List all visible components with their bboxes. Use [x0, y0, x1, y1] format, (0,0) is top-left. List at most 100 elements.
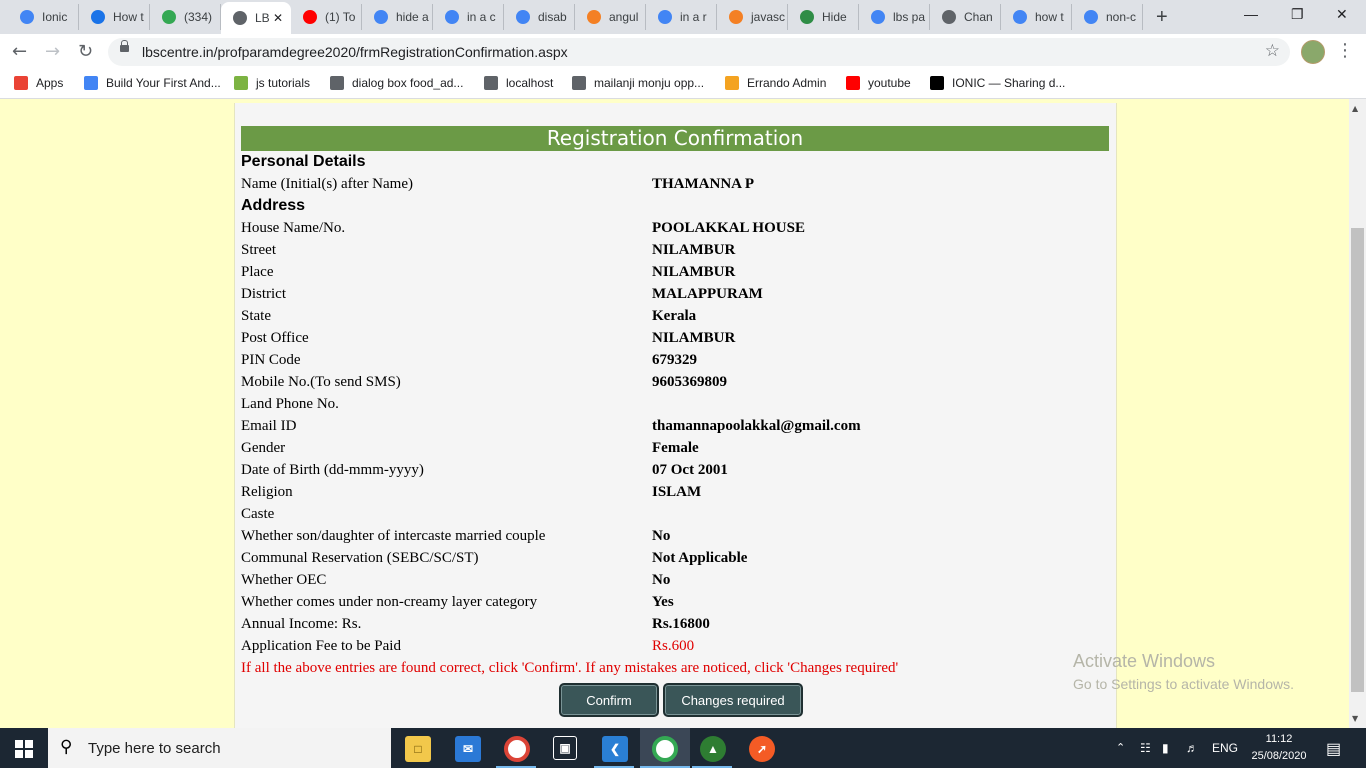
browser-tab-1[interactable]: Ionic — [8, 4, 79, 30]
bookmark-item[interactable]: Errando Admin — [725, 76, 826, 90]
browser-tab-2[interactable]: How t — [79, 4, 150, 30]
field-value: POOLAKKAL HOUSE — [652, 220, 805, 236]
field-value: 07 Oct 2001 — [652, 462, 728, 478]
tab-title: How t — [113, 10, 144, 24]
close-window-button[interactable]: ✕ — [1336, 6, 1348, 23]
postman-icon[interactable]: ➚ — [749, 736, 775, 762]
system-clock[interactable]: 11:12 25/08/2020 — [1244, 731, 1314, 765]
close-tab-icon[interactable]: ✕ — [273, 11, 283, 25]
chrome-icon[interactable] — [504, 736, 530, 762]
confirmation-note: If all the above entries are found corre… — [241, 660, 899, 676]
field-label: Whether comes under non-creamy layer cat… — [241, 594, 538, 610]
browser-tab-3[interactable]: (334) — [150, 4, 221, 30]
taskbar-search[interactable]: ⚲ Type here to search — [48, 728, 391, 768]
browser-tab-9[interactable]: angul — [575, 4, 646, 30]
field-value: 9605369809 — [652, 374, 727, 390]
browser-tab-7[interactable]: in a c — [433, 4, 504, 30]
bookmark-item[interactable]: IONIC — Sharing d... — [930, 76, 1065, 90]
field-label: Name (Initial(s) after Name) — [241, 176, 413, 192]
reload-icon[interactable]: ↻ — [78, 41, 93, 62]
bookmark-item[interactable]: dialog box food_ad... — [330, 76, 463, 90]
language-indicator[interactable]: ENG — [1212, 741, 1238, 755]
tray-chevron-icon[interactable]: ⌃ — [1116, 741, 1125, 754]
field-value: NILAMBUR — [652, 264, 736, 280]
tab-favicon-icon — [374, 10, 388, 24]
forward-icon[interactable]: → — [45, 41, 60, 62]
profile-avatar[interactable] — [1301, 40, 1325, 64]
tab-favicon-icon — [871, 10, 885, 24]
tab-favicon-icon — [233, 11, 247, 25]
menu-icon[interactable]: ⋮ — [1336, 40, 1354, 61]
notifications-icon[interactable]: ▤ — [1326, 739, 1341, 759]
file-explorer-icon[interactable]: □ — [405, 736, 431, 762]
bookmark-item[interactable]: Build Your First And... — [84, 76, 221, 90]
browser-tab-16[interactable]: non-c — [1072, 4, 1143, 30]
tab-favicon-icon — [800, 10, 814, 24]
tab-title: how t — [1035, 10, 1064, 24]
clock-time: 11:12 — [1265, 733, 1293, 745]
new-tab-button[interactable]: + — [1156, 6, 1168, 29]
browser-tab-5[interactable]: (1) To — [291, 4, 362, 30]
content-panel — [234, 103, 1117, 728]
browser-tab-10[interactable]: in a r — [646, 4, 717, 30]
restore-button[interactable]: ❐ — [1291, 6, 1304, 23]
bookmark-label: Apps — [36, 76, 64, 90]
bookmark-item[interactable]: mailanji monju opp... — [572, 76, 704, 90]
volume-icon[interactable]: ♬ — [1186, 741, 1198, 755]
scroll-down-arrow-icon[interactable]: ▼ — [1352, 714, 1358, 723]
clock-date: 25/08/2020 — [1251, 750, 1307, 762]
field-value: NILAMBUR — [652, 330, 736, 346]
chrome-active-icon[interactable] — [652, 736, 678, 762]
field-value: No — [652, 572, 671, 588]
back-icon[interactable]: ← — [12, 41, 27, 62]
changes-required-button[interactable]: Changes required — [663, 683, 803, 717]
browser-tab-6[interactable]: hide a — [362, 4, 433, 30]
browser-tab-11[interactable]: javasc — [717, 4, 788, 30]
windows-start-icon[interactable] — [15, 740, 33, 758]
tab-title: Hide — [822, 10, 847, 24]
bookmark-star-icon[interactable]: ☆ — [1265, 41, 1280, 61]
field-value: Rs.16800 — [652, 616, 710, 632]
field-value: Rs.600 — [652, 638, 695, 654]
network-icon[interactable]: ☷ — [1140, 741, 1151, 755]
field-value: 679329 — [652, 352, 697, 368]
browser-tab-4[interactable]: LB ✕ — [221, 2, 291, 34]
android-studio-icon[interactable]: ▲ — [700, 736, 726, 762]
battery-icon[interactable]: ▮ — [1162, 741, 1169, 755]
field-label: Application Fee to be Paid — [241, 638, 401, 654]
address-heading: Address — [241, 197, 306, 214]
tab-favicon-icon — [1013, 10, 1027, 24]
mail-icon[interactable]: ✉ — [455, 736, 481, 762]
field-label: Mobile No.(To send SMS) — [241, 374, 401, 390]
field-value: THAMANNA P — [652, 176, 755, 192]
field-label: Place — [241, 264, 274, 280]
browser-tab-13[interactable]: lbs pa — [859, 4, 930, 30]
field-label: Religion — [241, 484, 293, 500]
bookmark-item[interactable]: Apps — [14, 76, 63, 90]
confirm-button[interactable]: Confirm — [559, 683, 659, 717]
tab-title: lbs pa — [893, 10, 926, 24]
field-label: House Name/No. — [241, 220, 346, 236]
field-label: Post Office — [241, 330, 309, 346]
minimize-button[interactable]: — — [1244, 6, 1258, 22]
field-label: Whether OEC — [241, 572, 327, 588]
browser-tab-8[interactable]: disab — [504, 4, 575, 30]
bookmark-label: Errando Admin — [747, 76, 827, 90]
field-label: Caste — [241, 506, 275, 522]
bookmark-item[interactable]: js tutorials — [234, 76, 310, 90]
browser-tab-14[interactable]: Chan — [930, 4, 1001, 30]
scrollbar-thumb[interactable] — [1351, 228, 1364, 692]
store-icon[interactable]: ▣ — [553, 736, 577, 760]
field-label: Street — [241, 242, 276, 258]
vscode-icon[interactable]: ❮ — [602, 736, 628, 762]
tab-title: LB — [255, 11, 270, 25]
browser-tab-15[interactable]: how t — [1001, 4, 1072, 30]
bookmark-item[interactable]: localhost — [484, 76, 553, 90]
browser-tab-12[interactable]: Hide — [788, 4, 859, 30]
bookmark-favicon-icon — [725, 76, 739, 90]
url-text[interactable]: lbscentre.in/profparamdegree2020/frmRegi… — [142, 44, 568, 60]
address-bar[interactable]: lbscentre.in/profparamdegree2020/frmRegi… — [108, 38, 1290, 66]
tab-favicon-icon — [587, 10, 601, 24]
bookmark-item[interactable]: youtube — [846, 76, 911, 90]
scroll-up-arrow-icon[interactable]: ▲ — [1352, 104, 1358, 113]
